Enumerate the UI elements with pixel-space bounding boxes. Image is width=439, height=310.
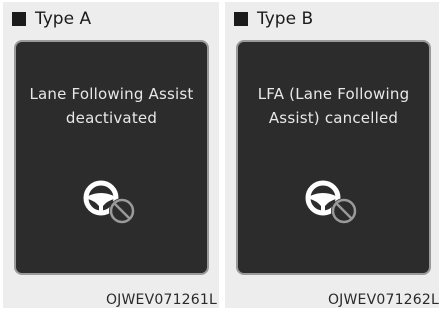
type-a-label: Type A <box>35 9 92 29</box>
cluster-display-a: Lane Following Assist deactivated <box>14 40 209 275</box>
figure-code-a: OJWEV071261L <box>105 292 217 308</box>
message-line-1: Lane Following Assist <box>29 85 194 103</box>
message-line-1: LFA (Lane Following <box>257 85 410 103</box>
figure-code-b: OJWEV071262L <box>327 292 439 308</box>
type-b-header: Type B <box>234 8 313 30</box>
panel-type-a: Type A Lane Following Assist deactivated… <box>3 2 219 308</box>
type-a-header: Type A <box>12 8 91 30</box>
square-bullet-icon <box>234 12 248 26</box>
warning-message-a: Lane Following Assist deactivated <box>16 82 207 130</box>
steering-wheel-disabled-icon <box>301 176 367 228</box>
panel-type-b: Type B LFA (Lane Following Assist) cance… <box>225 2 439 308</box>
square-bullet-icon <box>12 12 26 26</box>
message-line-2: deactivated <box>65 109 158 127</box>
message-line-2: Assist) cancelled <box>268 109 399 127</box>
steering-wheel-disabled-icon <box>79 176 145 228</box>
warning-message-b: LFA (Lane Following Assist) cancelled <box>238 82 429 130</box>
type-b-label: Type B <box>257 9 314 29</box>
cluster-display-b: LFA (Lane Following Assist) cancelled <box>236 40 431 275</box>
